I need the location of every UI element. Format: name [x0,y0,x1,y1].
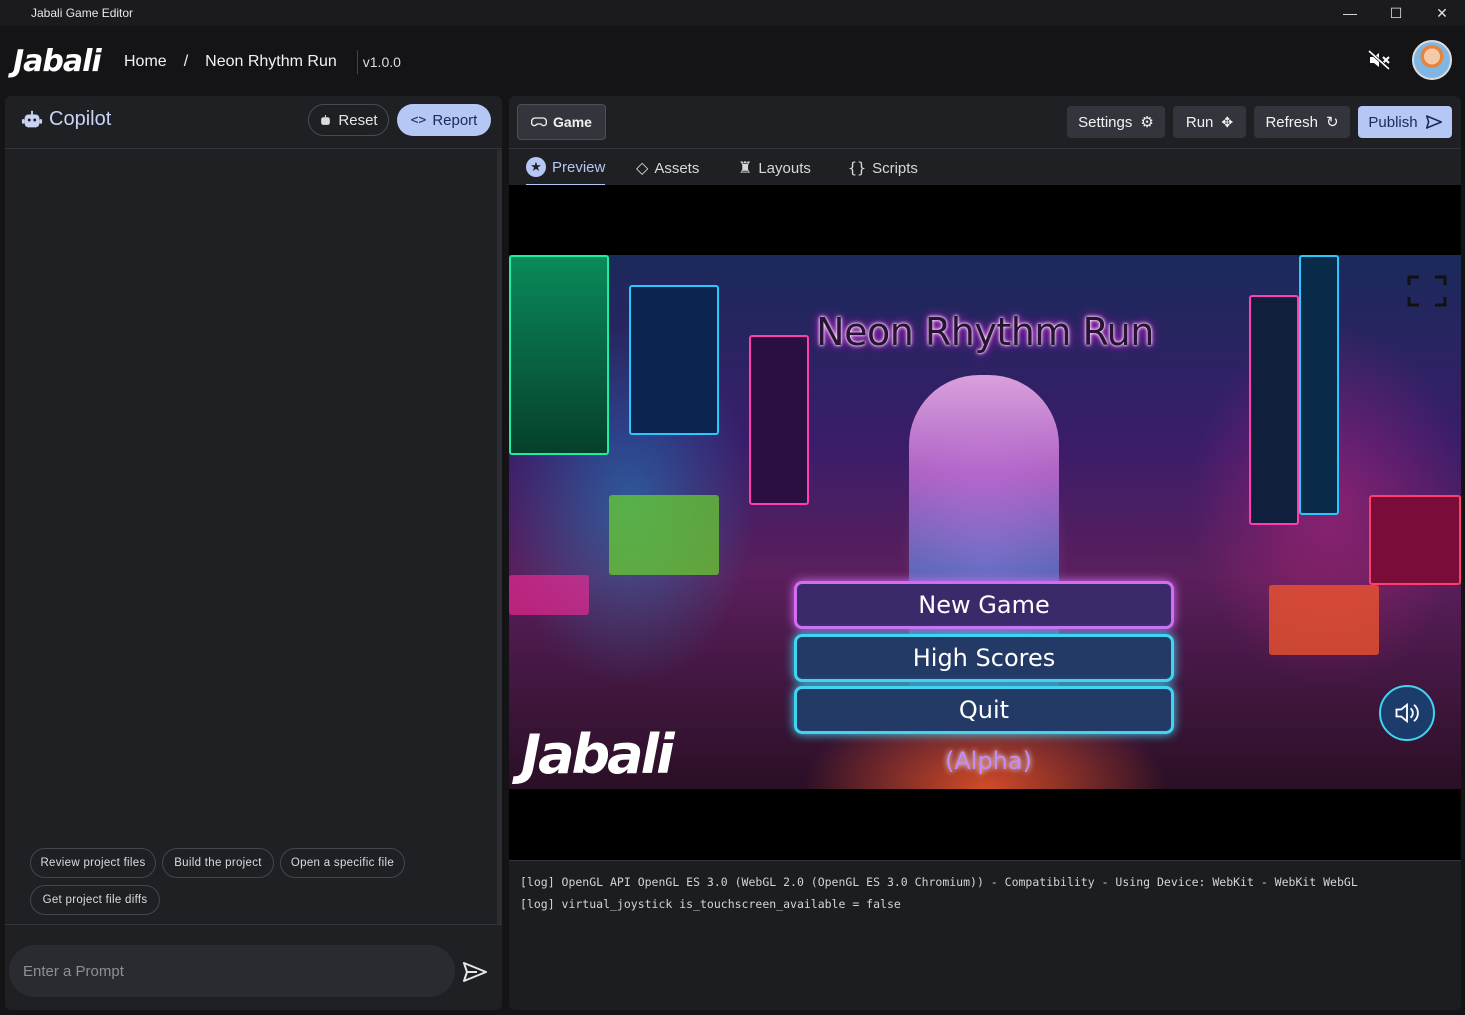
settings-button[interactable]: Settings ⚙ [1067,106,1165,138]
suggestion-chip[interactable]: Open a specific file [280,848,405,878]
fullscreen-icon[interactable] [1407,275,1447,307]
editor-toolbar: Game Settings ⚙ Run ✥ Refresh ↻ Publish [509,96,1461,149]
robot-icon [21,110,43,127]
game-logo: Jabali [521,723,675,786]
breadcrumb: Home / Neon Rhythm Run v1.0.0 [124,50,401,74]
copilot-title-label: Copilot [49,108,112,130]
reset-button-label: Reset [338,111,378,129]
copilot-title: Copilot [21,108,111,131]
tab-assets[interactable]: ◇ Assets [636,150,699,186]
report-button[interactable]: <> Report [397,104,491,136]
reset-button[interactable]: Reset [308,104,389,136]
suggestion-chip[interactable]: Review project files [30,848,156,878]
mute-icon[interactable] [1367,48,1391,72]
castle-icon: ♜ [738,160,753,177]
tab-game-label: Game [553,114,592,130]
app-header: Jabali Home / Neon Rhythm Run v1.0.0 [0,26,1465,94]
divider [5,924,502,925]
window-titlebar: Jabali Game Editor — ☐ ✕ [0,0,1465,26]
neon-sign [1299,255,1339,515]
neon-sign [749,335,809,505]
refresh-icon: ↻ [1325,114,1339,131]
publish-label: Publish [1368,113,1418,131]
star-icon: ★ [526,157,546,177]
alpha-badge: (Alpha) [945,747,1032,775]
high-scores-button[interactable]: High Scores [794,634,1174,682]
robot-icon [321,114,331,125]
game-editor-panel: Game Settings ⚙ Run ✥ Refresh ↻ Publish … [509,96,1461,1010]
breadcrumb-home[interactable]: Home [124,53,167,71]
version-label: v1.0.0 [356,50,401,74]
editor-subtabs: ★ Preview ◇ Assets ♜ Layouts {} Scripts [509,150,1461,186]
tab-preview-label: Preview [552,158,606,176]
send-icon[interactable] [463,962,487,982]
tab-layouts-label: Layouts [758,159,811,177]
prompt-field[interactable] [9,945,455,997]
speaker-icon [1395,702,1419,724]
quit-button[interactable]: Quit [794,686,1174,734]
settings-label: Settings [1078,113,1133,131]
prompt-input[interactable] [23,959,423,983]
suggestion-chip[interactable]: Get project file diffs [30,885,160,915]
new-game-button[interactable]: New Game [794,581,1174,629]
game-title: Neon Rhythm Run [816,310,1154,354]
refresh-label: Refresh [1265,113,1318,131]
gear-icon: ⚙ [1140,114,1154,131]
console-output: [log] OpenGL API OpenGL ES 3.0 (WebGL 2.… [509,860,1461,1010]
tab-layouts[interactable]: ♜ Layouts [738,150,811,186]
copilot-panel: Copilot Reset <> Report Review project f… [5,96,502,1010]
publish-button[interactable]: Publish [1358,106,1452,138]
neon-sign [509,255,609,455]
tab-scripts[interactable]: {} Scripts [848,150,918,186]
run-button[interactable]: Run ✥ [1173,106,1246,138]
neon-sign [1369,495,1461,585]
tab-scripts-label: Scripts [872,159,918,177]
volume-button[interactable] [1379,685,1435,741]
neon-sign [509,575,589,615]
cards-icon: ◇ [636,160,649,177]
gamepad-icon [531,117,548,127]
close-button[interactable]: ✕ [1419,0,1465,26]
neon-sign [629,285,719,435]
maximize-button[interactable]: ☐ [1373,0,1419,26]
app-logo[interactable]: Jabali [13,44,102,79]
report-button-label: Report [432,111,478,129]
tab-game[interactable]: Game [517,104,606,140]
tab-preview[interactable]: ★ Preview [526,150,606,186]
code-icon: <> [410,112,427,128]
avatar[interactable] [1412,40,1452,80]
breadcrumb-separator: / [183,53,189,70]
game-title-screen[interactable]: Neon Rhythm Run New Game High Scores Qui… [509,255,1461,789]
braces-icon: {} [848,159,867,177]
suggestion-chip[interactable]: Build the project [162,848,274,878]
breadcrumb-project[interactable]: Neon Rhythm Run [205,53,337,71]
window-controls: — ☐ ✕ [1327,0,1465,26]
refresh-button[interactable]: Refresh ↻ [1254,106,1350,138]
console-line: [log] virtual_joystick is_touchscreen_av… [520,897,901,911]
window-title: Jabali Game Editor [31,6,134,20]
send-icon [1425,115,1442,129]
neon-sign [609,495,719,575]
console-line: [log] OpenGL API OpenGL ES 3.0 (WebGL 2.… [520,875,1358,889]
neon-sign [1269,585,1379,655]
game-viewport[interactable]: Neon Rhythm Run New Game High Scores Qui… [509,185,1461,860]
hub-icon: ✥ [1221,113,1234,130]
run-label: Run [1185,113,1214,131]
minimize-button[interactable]: — [1327,0,1373,26]
copilot-header: Copilot Reset <> Report [5,96,502,149]
tab-assets-label: Assets [654,159,700,177]
chat-scrollbar[interactable] [497,150,502,924]
